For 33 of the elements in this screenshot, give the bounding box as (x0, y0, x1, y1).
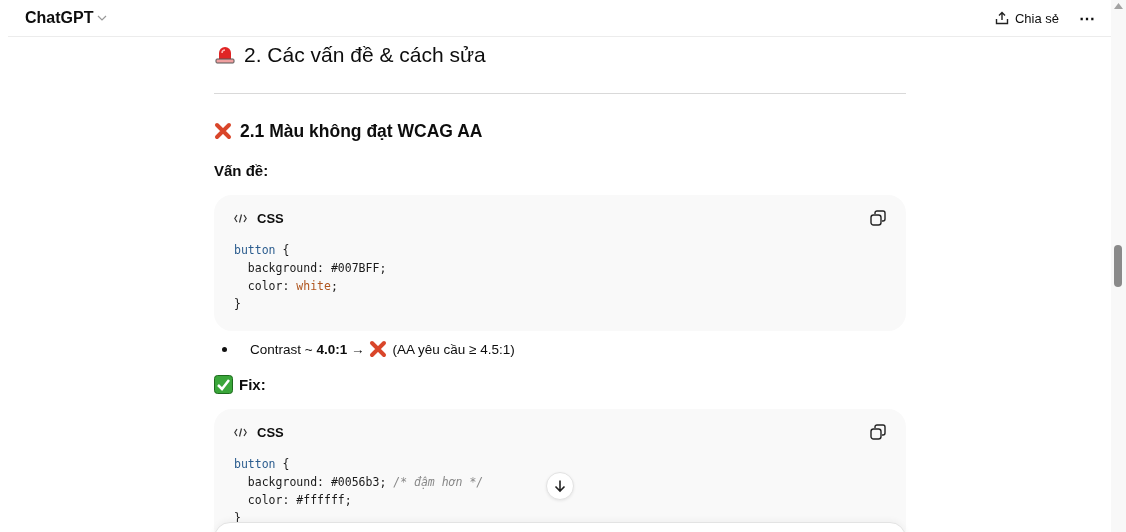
label-text: Fix: (239, 375, 266, 393)
more-button[interactable]: ⋯ (1079, 8, 1095, 28)
subsection-heading: 2.1 Màu không đạt WCAG AA (240, 120, 483, 142)
bullet-dot (222, 346, 227, 352)
code-line: background: #0056b3; /* đậm hơn */ (246, 474, 484, 491)
cross-icon (369, 340, 388, 358)
code-line: color: #ffffff; (246, 492, 352, 509)
arrow-down-icon (553, 479, 567, 493)
share-button[interactable]: Chia sẻ (994, 10, 1059, 26)
code-language: CSS (257, 210, 284, 226)
upload-icon (994, 11, 1009, 25)
code-icon (234, 427, 247, 437)
code-icon (234, 213, 247, 223)
code-language: CSS (257, 424, 284, 440)
checkmark-icon (214, 374, 233, 394)
copy-icon[interactable] (870, 424, 886, 440)
model-selector[interactable]: ChatGPT (25, 9, 108, 27)
code-line: button { (234, 456, 290, 473)
chevron-down-icon (97, 15, 108, 21)
scroll-up-arrow-icon[interactable] (1114, 3, 1123, 9)
scrollbar[interactable] (1111, 0, 1126, 532)
code-line: button { (234, 242, 290, 259)
label-text: Vấn đề: (214, 161, 269, 179)
copy-icon[interactable] (870, 210, 886, 226)
code-line: } (234, 296, 241, 313)
bullet-text: Contrast ~ 4.0:1 → (250, 341, 365, 357)
siren-icon (214, 45, 236, 65)
code-line: color: white; (246, 278, 338, 295)
scrollbar-thumb[interactable] (1114, 245, 1122, 287)
code-line: background: #007BFF; (246, 260, 387, 277)
cross-icon (214, 122, 232, 140)
bullet-text: (AA yêu cầu ≥ 4.5:1) (392, 341, 515, 357)
section-heading: 2. Các vấn đề & cách sửa (244, 43, 486, 67)
